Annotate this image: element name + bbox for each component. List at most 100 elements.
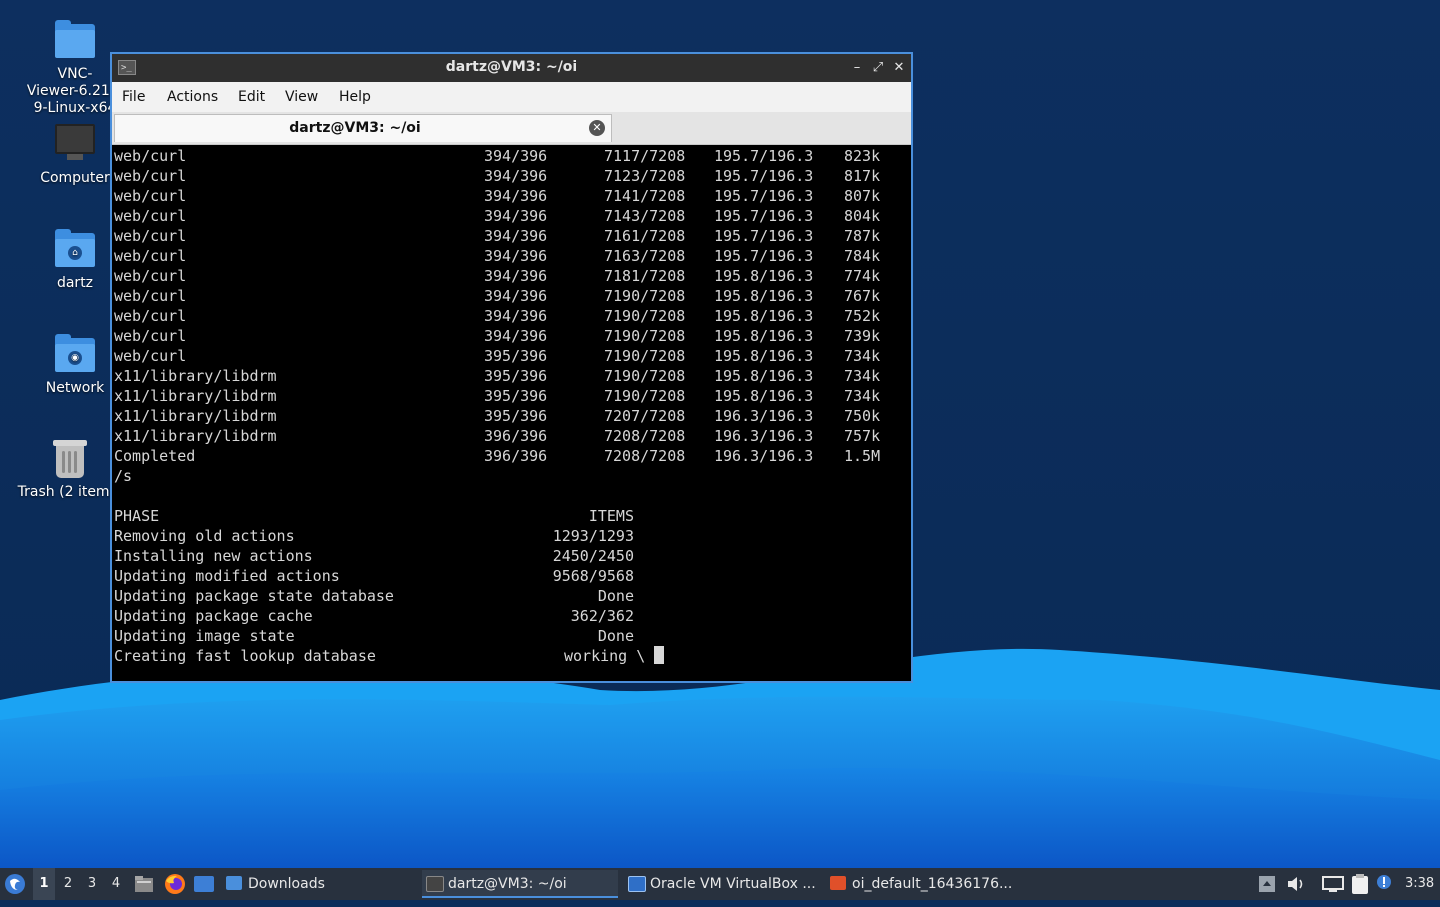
phase-items: working \ <box>564 647 646 665</box>
package-name: x11/library/libdrm <box>114 427 277 445</box>
file-count: 7163/7208 <box>604 247 686 265</box>
package-count: 395/396 <box>484 347 548 365</box>
start-menu-icon[interactable] <box>4 868 28 900</box>
package-name: web/curl <box>114 187 187 205</box>
phase-name: Installing new actions <box>114 547 313 565</box>
file-count: 7161/7208 <box>604 227 686 245</box>
file-count: 7123/7208 <box>604 167 686 185</box>
close-button[interactable]: ✕ <box>890 59 908 77</box>
transfer-mb: 195.8/196.3 <box>714 387 814 405</box>
package-count: 394/396 <box>484 167 548 185</box>
transfer-mb: 195.7/196.3 <box>714 247 814 265</box>
terminal-output[interactable]: web/curl 394/396 7117/7208 195.7/196.3 823k w… <box>114 146 909 679</box>
folder-icon <box>53 18 97 62</box>
clipboard-icon[interactable] <box>1350 868 1372 900</box>
package-name: Completed <box>114 447 196 465</box>
transfer-speed: 817k <box>844 167 881 185</box>
package-name: x11/library/libdrm <box>114 367 277 385</box>
menu-help[interactable]: Help <box>339 89 371 105</box>
transfer-mb: 196.3/196.3 <box>714 427 814 445</box>
folder-icon <box>226 876 242 890</box>
menu-view[interactable]: View <box>285 89 318 105</box>
file-count: 7190/7208 <box>604 287 686 305</box>
file-count: 7181/7208 <box>604 267 686 285</box>
package-count: 394/396 <box>484 147 548 165</box>
phase-items: 2450/2450 <box>552 547 634 565</box>
menu-edit[interactable]: Edit <box>238 89 265 105</box>
transfer-mb: 195.7/196.3 <box>714 167 814 185</box>
phase-items: 9568/9568 <box>552 567 634 585</box>
phase-items: Done <box>597 587 634 605</box>
package-name: web/curl <box>114 147 187 165</box>
transfer-speed: 739k <box>844 327 881 345</box>
menu-actions[interactable]: Actions <box>167 89 218 105</box>
transfer-speed: 804k <box>844 207 881 225</box>
show-desktop-icon[interactable] <box>194 868 214 900</box>
terminal-icon <box>426 876 444 892</box>
package-count: 395/396 <box>484 387 548 405</box>
package-count: 394/396 <box>484 207 548 225</box>
transfer-speed: 752k <box>844 307 881 325</box>
network-folder-icon: ◉ <box>53 332 97 376</box>
window-titlebar[interactable]: >_ dartz@VM3: ~/oi – ⤢ ✕ <box>112 54 911 82</box>
transfer-mb: 195.8/196.3 <box>714 307 814 325</box>
task-downloads[interactable]: Downloads <box>222 870 402 898</box>
package-name: web/curl <box>114 347 187 365</box>
transfer-speed: 734k <box>844 347 881 365</box>
package-count: 394/396 <box>484 227 548 245</box>
transfer-speed: 734k <box>844 367 881 385</box>
tab-label: dartz@VM3: ~/oi <box>289 120 421 136</box>
file-count: 7117/7208 <box>604 147 686 165</box>
workspace-4[interactable]: 4 <box>105 868 127 900</box>
transfer-speed: 734k <box>844 387 881 405</box>
desktop-icon-label: dartz <box>56 275 94 291</box>
package-count: 394/396 <box>484 267 548 285</box>
file-count: 7190/7208 <box>604 307 686 325</box>
transfer-mb: 195.7/196.3 <box>714 147 814 165</box>
file-count: 7190/7208 <box>604 387 686 405</box>
transfer-mb: 195.7/196.3 <box>714 227 814 245</box>
task-label: dartz@VM3: ~/oi <box>448 876 567 892</box>
transfer-mb: 195.7/196.3 <box>714 207 814 225</box>
firefox-launcher-icon[interactable] <box>164 868 186 900</box>
package-count: 396/396 <box>484 447 548 465</box>
file-manager-launcher-icon[interactable] <box>134 868 154 900</box>
file-count: 7190/7208 <box>604 367 686 385</box>
home-folder-icon: ⌂ <box>53 227 97 271</box>
package-name: web/curl <box>114 267 187 285</box>
phase-name: Removing old actions <box>114 527 295 545</box>
transfer-mb: 196.3/196.3 <box>714 447 814 465</box>
file-count: 7141/7208 <box>604 187 686 205</box>
transfer-mb: 195.8/196.3 <box>714 367 814 385</box>
task-virtualbox[interactable]: Oracle VM VirtualBox ... <box>624 870 820 898</box>
package-count: 394/396 <box>484 307 548 325</box>
workspace-2[interactable]: 2 <box>57 868 79 900</box>
package-name: web/curl <box>114 307 187 325</box>
transfer-mb: 195.8/196.3 <box>714 347 814 365</box>
terminal-tab[interactable]: dartz@VM3: ~/oi ✕ <box>114 114 612 142</box>
menu-file[interactable]: File <box>122 89 145 105</box>
tab-close-icon[interactable]: ✕ <box>589 120 605 136</box>
maximize-button[interactable]: ⤢ <box>869 59 887 77</box>
updates-icon[interactable] <box>1376 868 1394 900</box>
volume-icon[interactable] <box>1286 868 1308 900</box>
transfer-mb: 195.8/196.3 <box>714 287 814 305</box>
minimize-button[interactable]: – <box>848 59 866 77</box>
phase-items: 1293/1293 <box>552 527 634 545</box>
package-name: web/curl <box>114 167 187 185</box>
task-vm-window[interactable]: oi_default_16436176... <box>826 870 1022 898</box>
transfer-speed: 823k <box>844 147 881 165</box>
workspace-3[interactable]: 3 <box>81 868 103 900</box>
clock[interactable]: 3:38 <box>1405 868 1437 900</box>
file-count: 7208/7208 <box>604 447 686 465</box>
network-status-icon[interactable] <box>1322 868 1344 900</box>
transfer-speed: 750k <box>844 407 881 425</box>
workspace-1[interactable]: 1 <box>33 868 55 900</box>
transfer-speed: 757k <box>844 427 881 445</box>
notification-area-icon[interactable] <box>1258 868 1278 900</box>
file-count: 7207/7208 <box>604 407 686 425</box>
terminal-window[interactable]: >_ dartz@VM3: ~/oi – ⤢ ✕ File Actions Ed… <box>110 52 913 683</box>
package-name: x11/library/libdrm <box>114 387 277 405</box>
task-terminal[interactable]: dartz@VM3: ~/oi <box>422 870 618 898</box>
menubar: File Actions Edit View Help <box>112 82 911 112</box>
